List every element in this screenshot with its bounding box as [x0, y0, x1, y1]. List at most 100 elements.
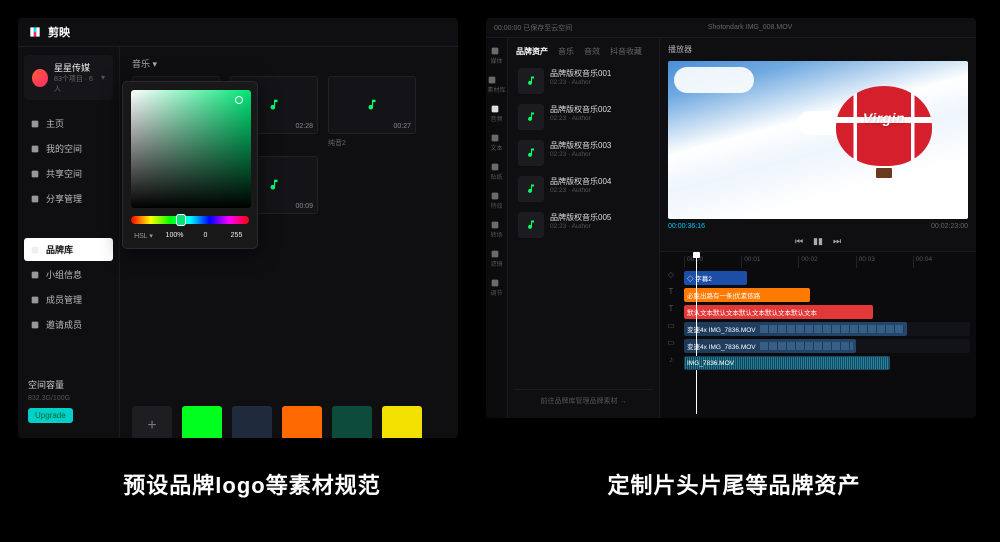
picker-val-1[interactable]: 100% — [162, 232, 187, 240]
palette-swatch[interactable] — [282, 406, 322, 438]
rail-item[interactable]: 媒体 — [490, 46, 502, 65]
hue-slider[interactable] — [131, 216, 249, 224]
palette-swatch[interactable] — [332, 406, 372, 438]
asset-row[interactable]: 品牌版权音乐00102:23 · Author — [514, 63, 653, 99]
asset-tab[interactable]: 音乐 — [558, 46, 574, 57]
color-picker-popover[interactable]: HSL ▾ 100% 0 255 — [122, 81, 258, 249]
text-track-1[interactable]: 必胜出路有一条|优素侬路 — [684, 288, 970, 302]
rail-item[interactable]: 调节 — [490, 278, 502, 297]
video-track-2[interactable]: 变速4x IMG_7836.MOV — [684, 339, 970, 353]
asset-subtitle: 02:23 · Author — [550, 79, 611, 86]
play-pause-button[interactable]: ▮▮ — [813, 236, 823, 247]
asset-row[interactable]: 品牌版权音乐00202:23 · Author — [514, 99, 653, 135]
subtitle-track[interactable]: ◇ 字幕2 — [684, 271, 970, 285]
asset-tab[interactable]: 抖音收藏 — [610, 46, 642, 57]
timeline[interactable]: ◇ T T ▭ ▭ ♪ 00:0000:0100:0200:0300:04 ◇ … — [660, 251, 976, 418]
clip-video-1[interactable]: 变速4x IMG_7836.MOV — [684, 322, 907, 336]
asset-subtitle: 02:23 · Author — [550, 223, 611, 230]
sidebar-item-team[interactable]: 小组信息 — [24, 263, 113, 286]
ruler-tick: 00:02 — [798, 256, 855, 268]
sidebar-item-share[interactable]: 共享空间 — [24, 162, 113, 185]
prev-button[interactable]: ⏮ — [795, 236, 803, 247]
rail-icon — [487, 75, 497, 85]
asset-row[interactable]: 品牌版权音乐00502:23 · Author — [514, 207, 653, 243]
rail-item[interactable]: 贴纸 — [490, 162, 502, 181]
time-ruler[interactable]: 00:0000:0100:0200:0300:04 — [684, 256, 970, 268]
asset-row[interactable]: 品牌版权音乐00302:23 · Author — [514, 135, 653, 171]
rail-icon — [490, 191, 500, 201]
team-icon — [30, 270, 40, 280]
text-track-icon[interactable]: T — [669, 287, 674, 296]
rail-label: 特效 — [490, 204, 502, 210]
asset-thumb — [518, 176, 544, 202]
text-track-2[interactable]: 默认文本默认文本默认文本默认文本默认文本 — [684, 305, 970, 319]
video-track-1[interactable]: 变速4x IMG_7836.MOV — [684, 322, 970, 336]
asset-row[interactable]: 品牌版权音乐00402:23 · Author — [514, 171, 653, 207]
rail-item[interactable]: 音频 — [490, 104, 502, 123]
clip-text-2[interactable]: 默认文本默认文本默认文本默认文本默认文本 — [684, 305, 873, 319]
upgrade-button[interactable]: Upgrade — [28, 408, 73, 423]
music-duration: 02:28 — [295, 123, 313, 130]
color-saturation-field[interactable] — [131, 90, 251, 208]
rail-item[interactable]: 滤镜 — [490, 249, 502, 268]
audio-track-icon[interactable]: ♪ — [669, 355, 673, 364]
rail-label: 贴纸 — [490, 175, 502, 181]
transport-controls: ⏮ ▮▮ ⏭ — [660, 234, 976, 251]
color-cursor-icon[interactable] — [235, 96, 243, 104]
text-track-icon[interactable]: T — [669, 304, 674, 313]
sidebar-item-box[interactable]: 我的空间 — [24, 137, 113, 160]
tool-rail: 媒体素材库音频文本贴纸特效转场滤镜调节 — [486, 38, 508, 418]
clip-audio[interactable]: IMG_7836.MOV — [684, 356, 890, 370]
picker-mode[interactable]: HSL — [134, 233, 147, 240]
asset-tabs: 品牌资产音乐音效抖音收藏 — [514, 44, 653, 63]
picker-val-3[interactable]: 255 — [224, 232, 249, 240]
video-track-icon[interactable]: ▭ — [667, 321, 675, 330]
sidebar-item-invite[interactable]: 邀请成员 — [24, 313, 113, 336]
asset-tab[interactable]: 品牌资产 — [516, 46, 548, 57]
asset-title: 品牌版权音乐001 — [550, 68, 611, 79]
ruler-tick: 00:04 — [913, 256, 970, 268]
music-section-label[interactable]: 音乐 ▾ — [132, 57, 446, 70]
rail-item[interactable]: 素材库 — [487, 75, 505, 94]
sidebar-item-label: 共享空间 — [46, 167, 82, 180]
sidebar-item-label: 品牌库 — [46, 243, 73, 256]
team-switcher[interactable]: 星星传媒 83个项目 · 6人 ▾ — [24, 55, 113, 100]
rail-item[interactable]: 文本 — [490, 133, 502, 152]
sidebar-item-label: 小组信息 — [46, 268, 82, 281]
audio-track[interactable]: IMG_7836.MOV — [684, 356, 970, 370]
clip-subtitle[interactable]: ◇ 字幕2 — [684, 271, 747, 285]
clip-text-1[interactable]: 必胜出路有一条|优素侬路 — [684, 288, 810, 302]
file-name: Shotondark IMG_008.MOV — [708, 24, 792, 31]
asset-thumb — [518, 104, 544, 130]
hue-thumb-icon[interactable] — [176, 214, 186, 226]
palette-swatch[interactable] — [182, 406, 222, 438]
playhead-icon[interactable] — [696, 255, 697, 414]
music-duration: 00:09 — [295, 203, 313, 210]
music-tile[interactable]: 00:27 — [328, 76, 416, 134]
rail-item[interactable]: 转场 — [490, 220, 502, 239]
asset-footer-link[interactable]: 前往品牌库管理品牌素材 → — [514, 389, 653, 412]
sidebar-item-brand[interactable]: 品牌库 — [24, 238, 113, 261]
rail-icon — [490, 249, 500, 259]
music-note-icon — [365, 98, 379, 112]
clip-video-2[interactable]: 变速4x IMG_7836.MOV — [684, 339, 856, 353]
add-color-button[interactable]: + — [132, 406, 172, 438]
team-subtitle: 83个项目 · 6人 — [54, 74, 95, 94]
rail-label: 素材库 — [487, 88, 505, 94]
capacity-title: 空间容量 — [28, 378, 109, 391]
asset-subtitle: 02:23 · Author — [550, 187, 611, 194]
asset-tab[interactable]: 音效 — [584, 46, 600, 57]
palette-swatch[interactable] — [382, 406, 422, 438]
next-button[interactable]: ⏭ — [833, 236, 841, 247]
rail-item[interactable]: 特效 — [490, 191, 502, 210]
sidebar-item-member[interactable]: 成员管理 — [24, 288, 113, 311]
sidebar-item-share2[interactable]: 分享管理 — [24, 187, 113, 210]
team-name: 星星传媒 — [54, 61, 95, 74]
lock-icon[interactable]: ◇ — [668, 270, 674, 279]
palette-swatch[interactable] — [232, 406, 272, 438]
box-icon — [30, 144, 40, 154]
video-player[interactable]: Virgin — [668, 61, 968, 219]
picker-val-2[interactable]: 0 — [193, 232, 218, 240]
video-track-icon[interactable]: ▭ — [667, 338, 675, 347]
sidebar-item-home[interactable]: 主页 — [24, 112, 113, 135]
